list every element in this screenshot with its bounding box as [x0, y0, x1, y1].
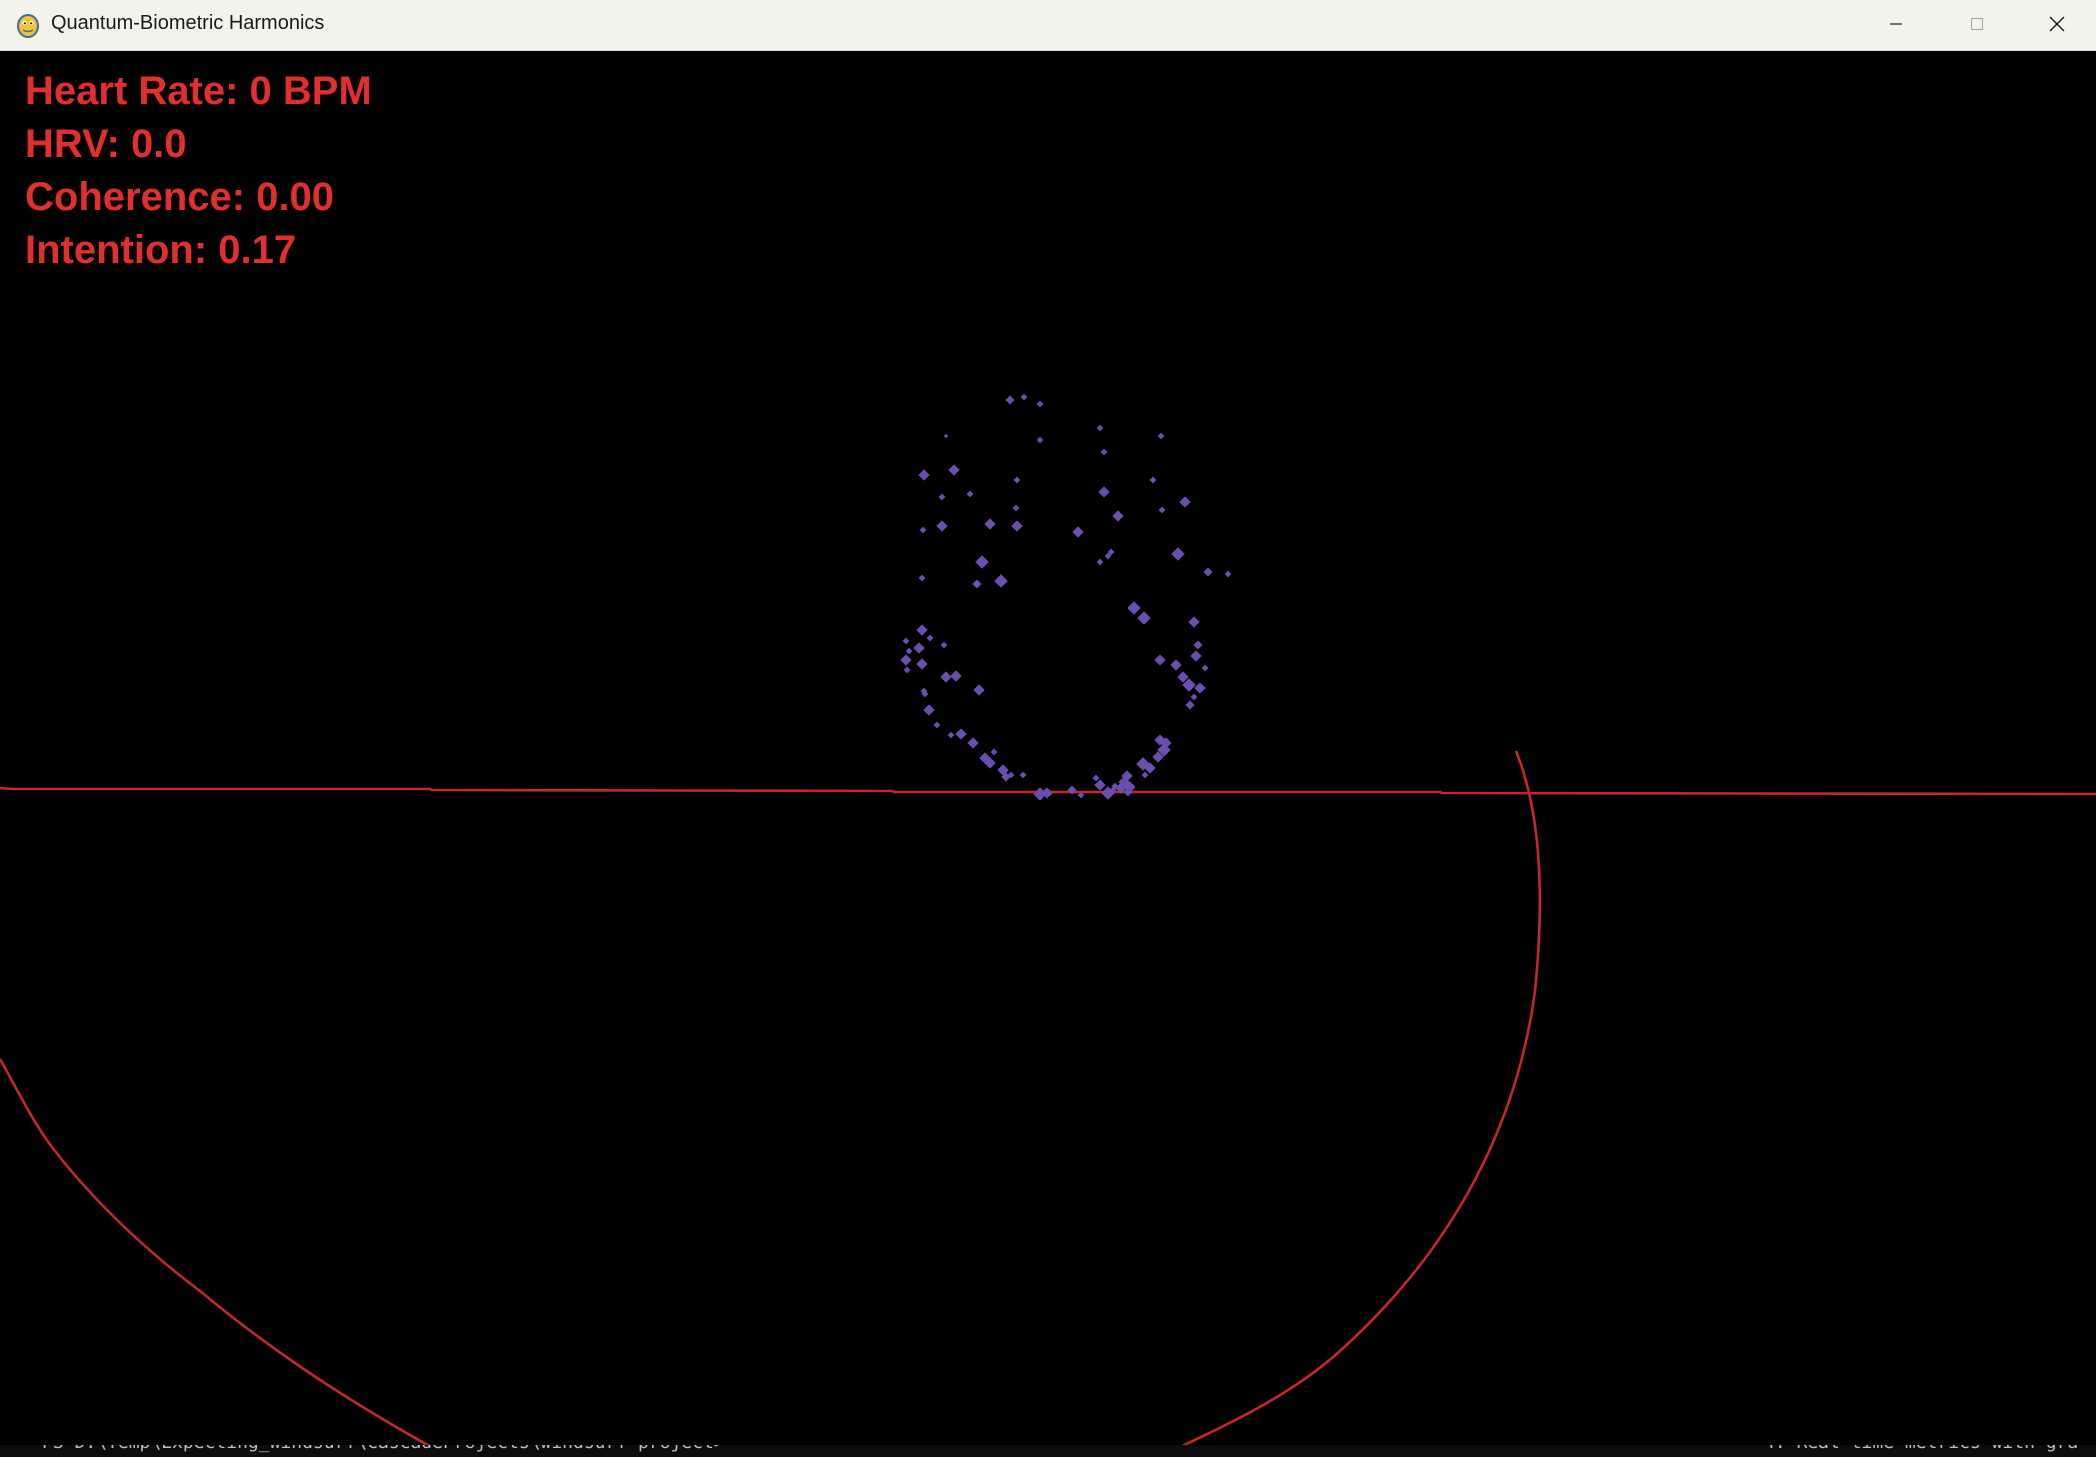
maximize-button[interactable]: [1937, 0, 2017, 48]
quantum-particle: [1190, 693, 1198, 701]
quantum-particle-field: [900, 393, 1232, 801]
quantum-particle: [919, 526, 927, 534]
quantum-particle: [1098, 486, 1110, 498]
quantum-particle: [913, 642, 925, 654]
harmonics-scene: [0, 393, 2096, 1452]
quantum-particle: [943, 433, 949, 439]
quantum-particle: [984, 518, 996, 530]
visualization-canvas[interactable]: Heart Rate: 0 BPM HRV: 0.0 Coherence: 0.…: [0, 51, 2096, 1452]
quantum-particle: [916, 658, 928, 670]
quantum-particle: [900, 654, 912, 666]
quantum-particle: [1036, 436, 1044, 444]
close-button[interactable]: [2017, 0, 2096, 48]
quantum-particle: [1224, 570, 1232, 578]
quantum-particle: [950, 670, 962, 682]
quantum-particle: [1096, 424, 1104, 432]
minimize-icon: [1890, 23, 1902, 25]
window-title: Quantum-Biometric Harmonics: [51, 12, 325, 34]
quantum-particle: [1127, 601, 1141, 615]
terminal-prompt-text: PS D:\Temp\Expecting_Windsurf\CascadePro…: [42, 1445, 725, 1453]
quantum-particle: [1157, 432, 1165, 440]
quantum-particle: [902, 637, 910, 645]
quantum-particle: [972, 579, 982, 589]
minimize-button[interactable]: [1856, 0, 1936, 48]
quantum-particle: [1072, 526, 1084, 538]
quantum-particle: [940, 641, 948, 649]
quantum-particle: [947, 731, 955, 739]
quantum-particle: [1013, 476, 1021, 484]
quantum-particle: [966, 490, 974, 498]
quantum-particle: [926, 634, 934, 642]
quantum-particle: [990, 748, 998, 756]
quantum-particle: [1170, 659, 1182, 671]
quantum-particle: [1190, 650, 1202, 662]
quantum-particle: [1112, 510, 1124, 522]
quantum-particle: [1137, 611, 1151, 625]
quantum-particle: [1158, 506, 1166, 514]
quantum-particle: [1203, 567, 1213, 577]
quantum-particle: [1019, 771, 1027, 779]
quantum-particle: [1005, 395, 1015, 405]
pygame-snake-icon: [17, 14, 39, 38]
quantum-particle: [1149, 476, 1157, 484]
harmonic-arc-left: [0, 1058, 441, 1452]
quantum-particle: [1096, 558, 1104, 566]
quantum-particle: [967, 737, 979, 749]
quantum-particle: [1201, 664, 1209, 672]
pygame-window: Quantum-Biometric Harmonics Heart Rate: …: [0, 0, 2096, 1457]
quantum-particle: [1092, 774, 1100, 782]
quantum-particle: [1193, 640, 1203, 650]
quantum-particle: [994, 574, 1008, 588]
quantum-particle: [918, 574, 926, 582]
quantum-particle: [918, 469, 930, 481]
quantum-particle: [923, 704, 935, 716]
quantum-particle: [955, 728, 967, 740]
maximize-icon: [1970, 17, 1984, 31]
quantum-particle: [975, 555, 989, 569]
quantum-particle: [1171, 547, 1185, 561]
quantum-particle: [1012, 504, 1020, 512]
quantum-particle: [1154, 654, 1166, 666]
terminal-output-text: 4. Real-time metrics with gra: [1764, 1445, 2078, 1453]
quantum-particle: [1194, 682, 1206, 694]
quantum-particle: [1141, 771, 1149, 779]
close-icon: [2049, 16, 2065, 32]
quantum-particle: [905, 647, 913, 655]
quantum-particle: [933, 721, 941, 729]
quantum-particle: [916, 624, 928, 636]
quantum-particle: [973, 684, 985, 696]
quantum-particle: [948, 464, 960, 476]
quantum-particle: [1020, 393, 1028, 401]
quantum-particle: [1185, 700, 1195, 710]
quantum-particle: [1036, 400, 1044, 408]
harmonic-arc-right: [1169, 750, 1542, 1452]
quantum-particle: [1179, 496, 1191, 508]
quantum-particle: [1011, 520, 1023, 532]
quantum-particle: [1188, 616, 1200, 628]
quantum-particle: [1100, 448, 1108, 456]
quantum-particle: [903, 666, 911, 674]
quantum-particle: [936, 520, 948, 532]
title-bar[interactable]: Quantum-Biometric Harmonics: [0, 0, 2096, 51]
background-terminal: PS D:\Temp\Expecting_Windsurf\CascadePro…: [0, 1445, 2096, 1457]
quantum-particle: [940, 671, 952, 683]
quantum-particle: [938, 493, 946, 501]
